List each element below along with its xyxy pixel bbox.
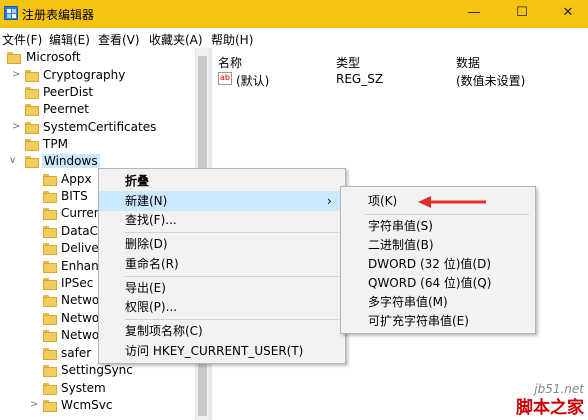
menu-separator (125, 276, 339, 277)
tree-item-tpm[interactable]: TPM (0, 137, 195, 154)
folder-icon (43, 330, 57, 342)
submenu-arrow-icon: › (327, 194, 332, 208)
submenu-item-multi-string-value[interactable]: 多字符串值(M) (341, 292, 535, 312)
column-header-name[interactable]: 名称 (218, 54, 242, 71)
folder-icon (43, 400, 57, 412)
folder-icon (25, 139, 39, 151)
folder-icon (43, 365, 57, 377)
folder-icon (43, 261, 57, 273)
value-data: (数值未设置) (456, 74, 526, 88)
value-type: REG_SZ (336, 72, 384, 86)
minimize-button[interactable]: — (454, 2, 494, 26)
column-header-type[interactable]: 类型 (336, 54, 360, 71)
maximize-button[interactable]: ☐ (502, 2, 542, 26)
tree-item-peernet[interactable]: Peernet (0, 102, 195, 119)
tree-item-microsoft[interactable]: Microsoft (0, 50, 195, 67)
menu-item-rename[interactable]: 重命名(R) (99, 254, 345, 274)
menu-help[interactable]: 帮助(H) (211, 31, 253, 48)
tree-item-system[interactable]: System (0, 381, 195, 398)
value-row[interactable]: ab (默认) REG_SZ (数值未设置) (212, 70, 588, 88)
folder-icon (25, 104, 39, 116)
submenu-item-qword-value[interactable]: QWORD (64 位)值(Q) (341, 273, 535, 293)
folder-icon (43, 295, 57, 307)
menu-item-export[interactable]: 导出(E) (99, 278, 345, 298)
string-value-icon: ab (218, 72, 232, 85)
menu-separator (125, 232, 339, 233)
submenu-item-string-value[interactable]: 字符串值(S) (341, 216, 535, 236)
menu-item-find[interactable]: 查找(F)... (99, 210, 345, 230)
menu-file[interactable]: 文件(F) (2, 31, 42, 48)
expand-chevron-icon[interactable]: > (30, 399, 38, 410)
submenu-item-binary-value[interactable]: 二进制值(B) (341, 235, 535, 255)
menu-separator (125, 319, 339, 320)
value-name: (默认) (236, 74, 270, 88)
submenu-item-expandable-string-value[interactable]: 可扩充字符串值(E) (341, 311, 535, 331)
folder-icon (25, 70, 39, 82)
folder-icon (25, 122, 39, 134)
menu-item-delete[interactable]: 删除(D) (99, 234, 345, 254)
tree-item-settingsync[interactable]: SettingSync (0, 363, 195, 380)
folder-icon (43, 383, 57, 395)
expand-chevron-icon[interactable]: > (12, 69, 20, 80)
window-title: 注册表编辑器 (22, 8, 95, 22)
tree-item-cryptography[interactable]: > Cryptography (0, 68, 195, 85)
column-header-data[interactable]: 数据 (456, 54, 480, 71)
folder-icon (43, 278, 57, 290)
menu-item-copy-key-name[interactable]: 复制项名称(C) (99, 321, 345, 341)
tree-item-peerdist[interactable]: PeerDist (0, 85, 195, 102)
tree-item-systemcertificates[interactable]: > SystemCertificates (0, 120, 195, 137)
regedit-app-icon (4, 6, 18, 20)
menu-view[interactable]: 查看(V) (98, 31, 140, 48)
menu-separator (365, 214, 529, 215)
folder-icon (43, 243, 57, 255)
folder-icon (43, 226, 57, 238)
folder-icon (43, 313, 57, 325)
watermark-logo-text: 脚本之家 (516, 398, 584, 418)
close-button[interactable]: ✕ (548, 2, 588, 26)
folder-icon (25, 87, 39, 99)
expand-chevron-icon[interactable]: > (12, 121, 20, 132)
menu-favorites[interactable]: 收藏夹(A) (149, 31, 203, 48)
menu-item-go-to-hkcu[interactable]: 访问 HKEY_CURRENT_USER(T) (99, 341, 345, 361)
folder-icon (43, 348, 57, 360)
red-arrow-icon (418, 196, 486, 208)
tree-item-wcmsvc[interactable]: > WcmSvc (0, 398, 195, 415)
menu-item-collapse[interactable]: 折叠 (99, 171, 345, 191)
folder-icon (25, 156, 39, 168)
menu-item-new[interactable]: 新建(N) › (99, 191, 345, 211)
title-bar: 注册表编辑器 — ☐ ✕ (0, 0, 588, 28)
submenu-item-dword-value[interactable]: DWORD (32 位)值(D) (341, 254, 535, 274)
folder-icon (43, 174, 57, 186)
context-menu: 折叠 新建(N) › 查找(F)... 删除(D) 重命名(R) 导出(E) 权… (98, 168, 346, 364)
folder-icon (43, 208, 57, 220)
folder-icon (7, 52, 21, 64)
selected-key-label: Windows (42, 154, 100, 168)
new-submenu: 项(K) 字符串值(S) 二进制值(B) DWORD (32 位)值(D) QW… (340, 186, 536, 334)
menu-bar: 文件(F) 编辑(E) 查看(V) 收藏夹(A) 帮助(H) (0, 28, 588, 48)
menu-edit[interactable]: 编辑(E) (49, 31, 90, 48)
menu-item-permissions[interactable]: 权限(P)... (99, 297, 345, 317)
collapse-chevron-icon[interactable]: ∨ (9, 155, 16, 166)
folder-icon (43, 191, 57, 203)
